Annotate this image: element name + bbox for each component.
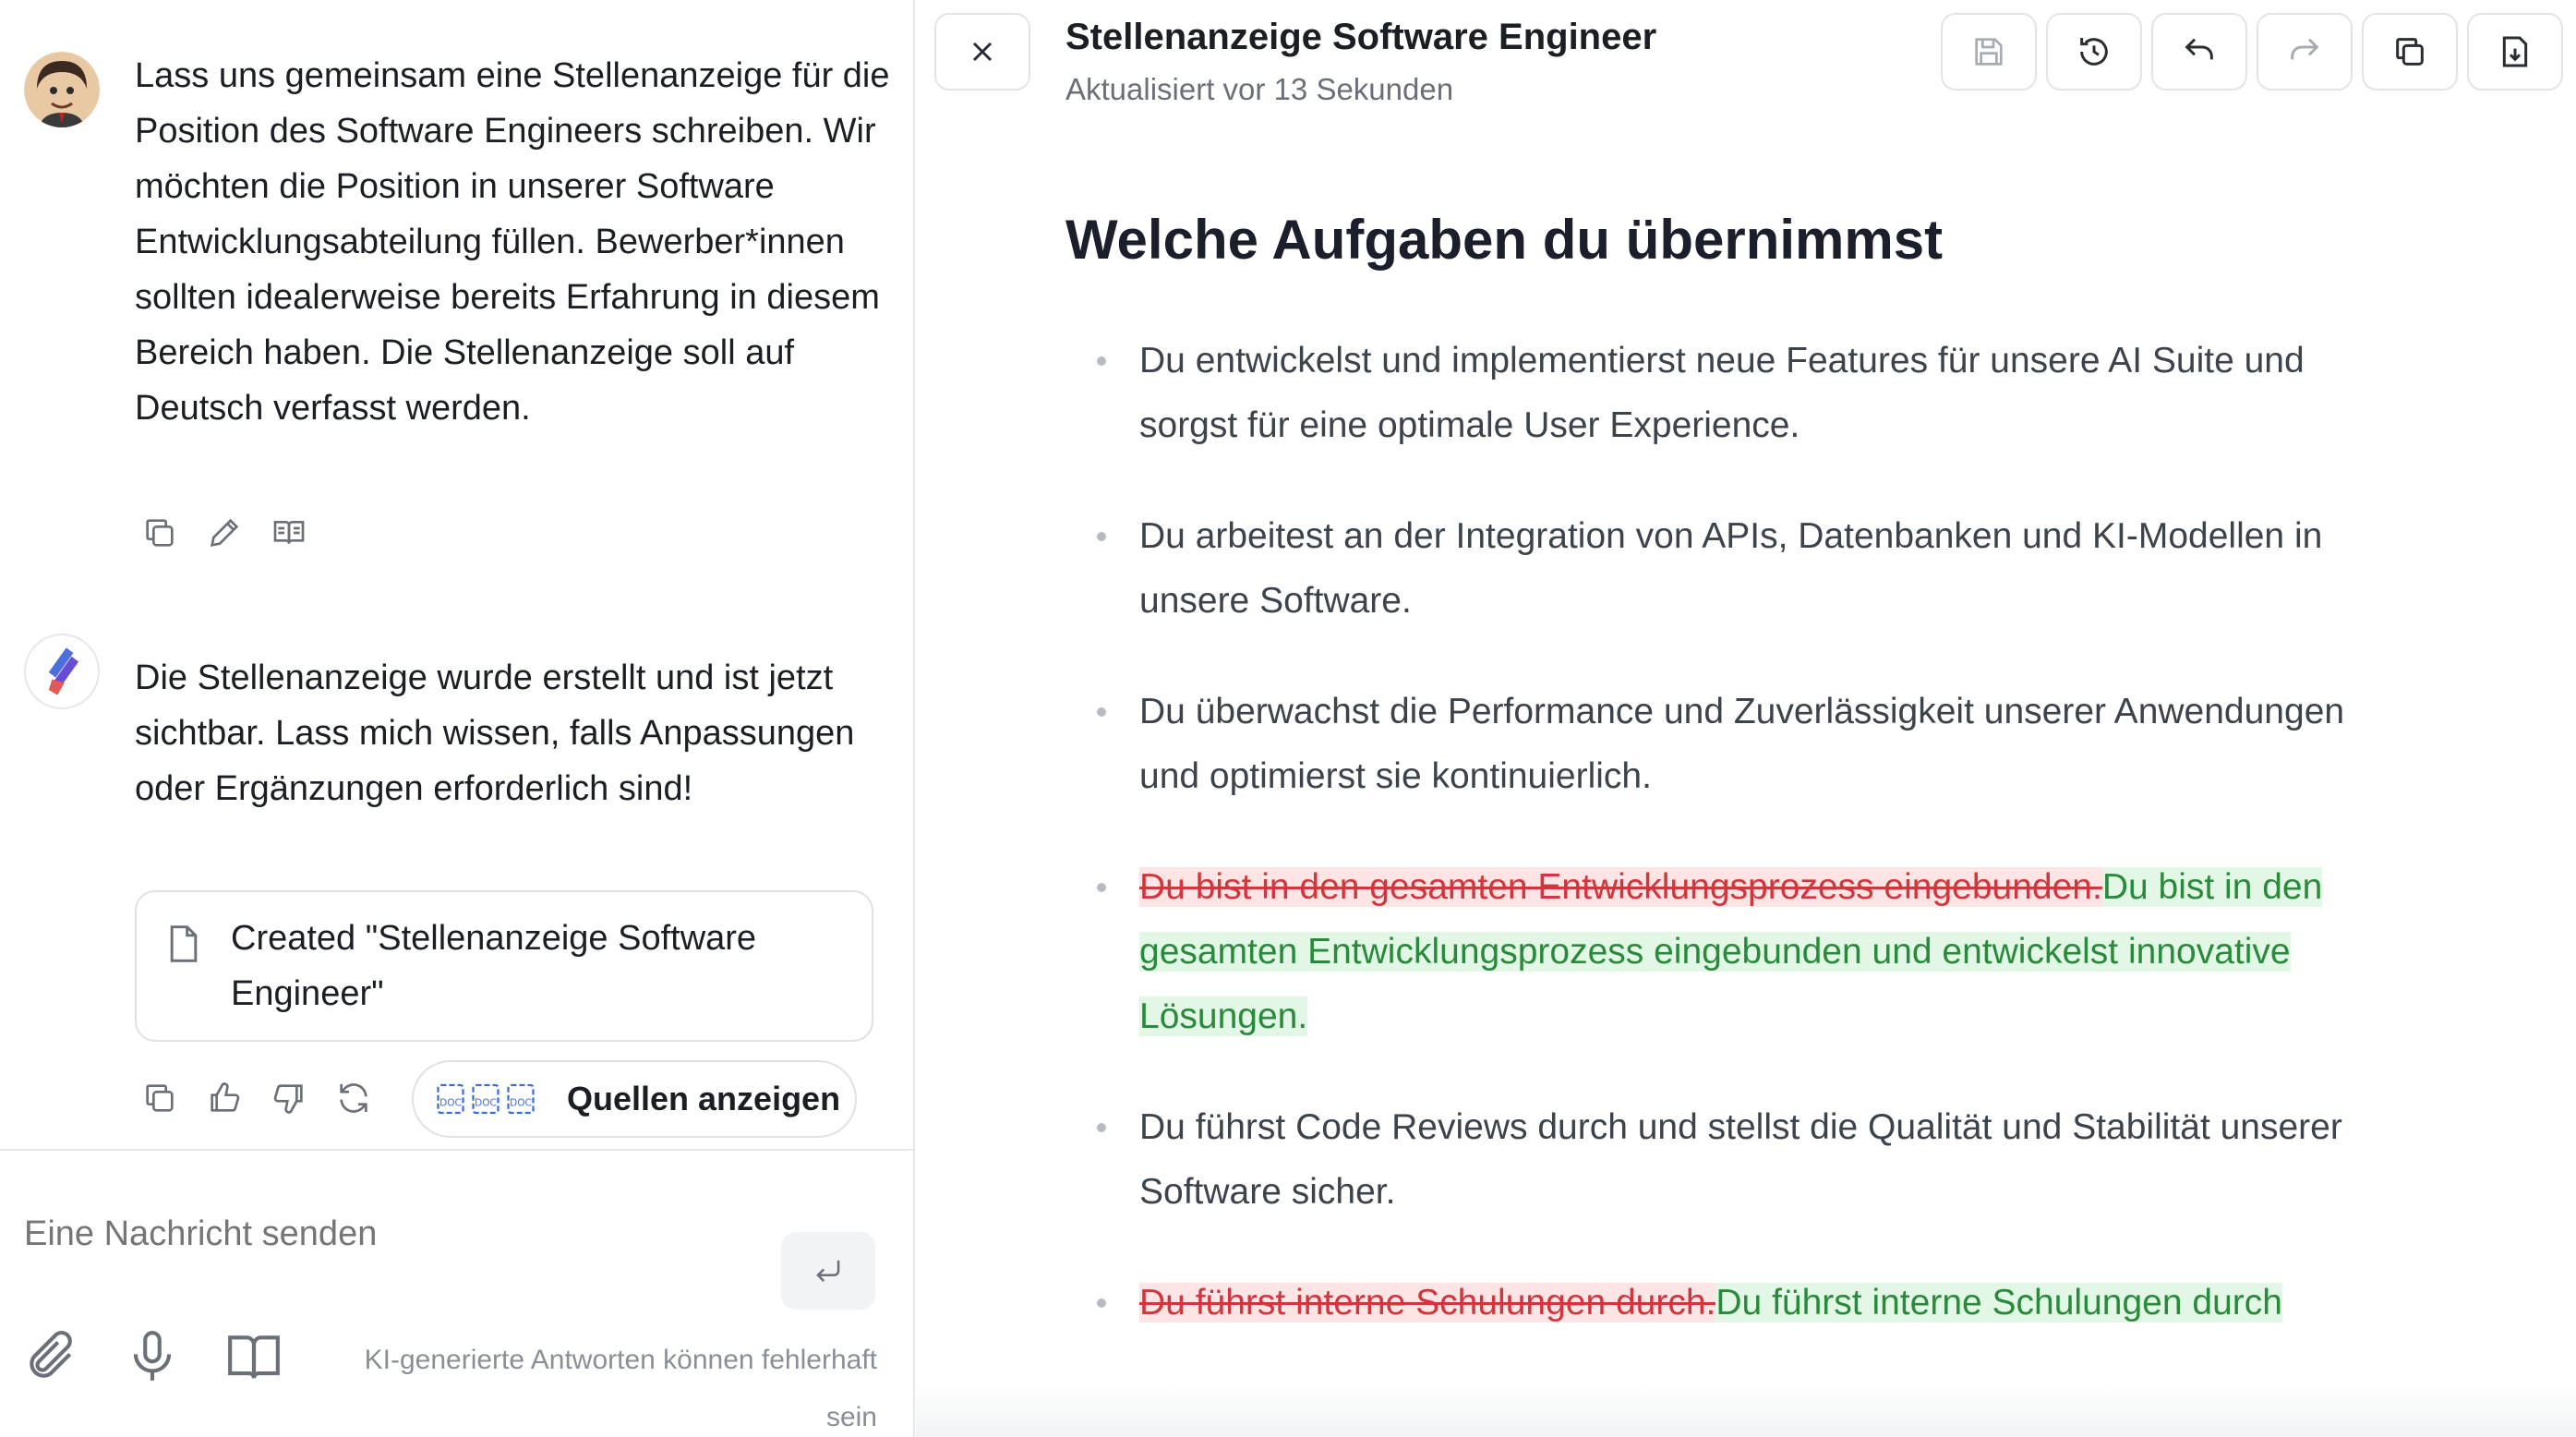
message-composer: KI-generierte Antworten können fehlerhaf… [0,1149,913,1437]
created-document-card[interactable]: Created "Stellenanzeige Software Enginee… [135,890,873,1042]
version-history-button[interactable] [2046,13,2142,91]
item-text: Du arbeitest an der Integration von APIs… [1139,516,2323,621]
user-message: Lass uns gemeinsam eine Stellenanzeige f… [135,56,900,428]
download-button[interactable] [2467,13,2563,91]
undo-icon [2185,38,2213,60]
chat-panel: Lass uns gemeinsam eine Stellenanzeige f… [0,0,915,1437]
enter-arrow-icon [816,1260,840,1282]
document-content[interactable]: Welche Aufgaben du übernimmst Du entwick… [1065,203,2395,1382]
read-aloud-book-icon[interactable] [264,508,314,558]
regenerate-icon[interactable] [329,1073,379,1123]
document-icon [166,924,201,964]
list-item-with-suggestion[interactable]: Du bist in den gesamten Entwicklungsproz… [1065,855,2395,1049]
bottom-fade [916,1382,2576,1437]
show-sources-label: Quellen anzeigen [567,1080,841,1117]
list-item: Du entwickelst und implementierst neue F… [1065,329,2395,458]
section-heading: Welche Aufgaben du übernimmst [1065,209,1944,271]
created-document-label: Created "Stellenanzeige Software Enginee… [231,919,757,1013]
task-list: Du entwickelst und implementierst neue F… [1065,329,2395,1335]
app-window: Lass uns gemeinsam eine Stellenanzeige f… [0,0,2576,1437]
message-input[interactable] [24,1206,744,1262]
document-title: Stellenanzeige Software Engineer [1065,17,1657,57]
copy-icon [2396,38,2424,66]
thumbs-down-icon[interactable] [264,1073,314,1123]
copy-icon[interactable] [135,508,185,558]
copy-document-button[interactable] [2362,13,2458,91]
undo-button[interactable] [2151,13,2247,91]
list-item: Du führst Code Reviews durch und stellst… [1065,1095,2395,1225]
svg-text:DOC: DOC [510,1098,532,1109]
svg-text:DOC: DOC [475,1098,497,1109]
redo-button[interactable] [2257,13,2353,91]
copy-icon[interactable] [135,1073,185,1123]
redo-icon [2291,38,2319,60]
assistant-message: Die Stellenanzeige wurde erstellt und is… [135,658,864,808]
assistant-message-actions [135,1073,393,1123]
thumbs-up-icon[interactable] [199,1073,249,1123]
doc-file-icon: DOC [472,1083,500,1115]
svg-text:DOC: DOC [439,1098,462,1109]
close-icon [972,42,993,62]
list-item: Du überwachst die Performance und Zuverl… [1065,680,2395,809]
save-button[interactable] [1941,13,2037,91]
doc-file-icon: DOC [437,1083,464,1115]
knowledge-book-icon[interactable] [222,1324,286,1389]
document-updated-status: Aktualisiert vor 13 Sekunden [1065,72,1454,106]
show-sources-button[interactable]: DOC DOC DOC Quellen anzeigen [412,1060,857,1138]
close-button[interactable] [934,13,1030,91]
item-text: Du führst Code Reviews durch und stellst… [1139,1107,2342,1212]
source-documents-icons: DOC DOC DOC [434,1082,539,1116]
save-floppy-icon [1975,38,2003,66]
user-message-actions [135,508,329,558]
attach-paperclip-icon[interactable] [18,1324,83,1389]
ai-disclaimer: KI-generierte Antworten können fehlerhaf… [364,1345,877,1432]
assistant-logo-avatar [24,634,100,709]
list-item: Du arbeitest an der Integration von APIs… [1065,504,2395,634]
send-button[interactable] [781,1232,875,1310]
item-text: Du überwachst die Performance und Zuverl… [1139,692,2345,796]
history-icon [2080,38,2108,66]
deleted-text: Du führst interne Schulungen durch. [1139,1283,1716,1322]
doc-file-icon: DOC [507,1083,535,1115]
inserted-text: Du führst interne Schulungen durch [1715,1283,2282,1322]
document-panel: Stellenanzeige Software Engineer Aktuali… [916,0,2576,1437]
deleted-text: Du bist in den gesamten Entwicklungsproz… [1139,867,2102,907]
microphone-icon[interactable] [120,1324,185,1389]
item-text: Du entwickelst und implementierst neue F… [1139,341,2305,445]
list-item-with-suggestion[interactable]: Du führst interne Schulungen durch.Du fü… [1065,1271,2395,1335]
download-file-icon [2502,36,2528,67]
edit-pencil-icon[interactable] [199,508,249,558]
user-avatar [24,52,100,127]
